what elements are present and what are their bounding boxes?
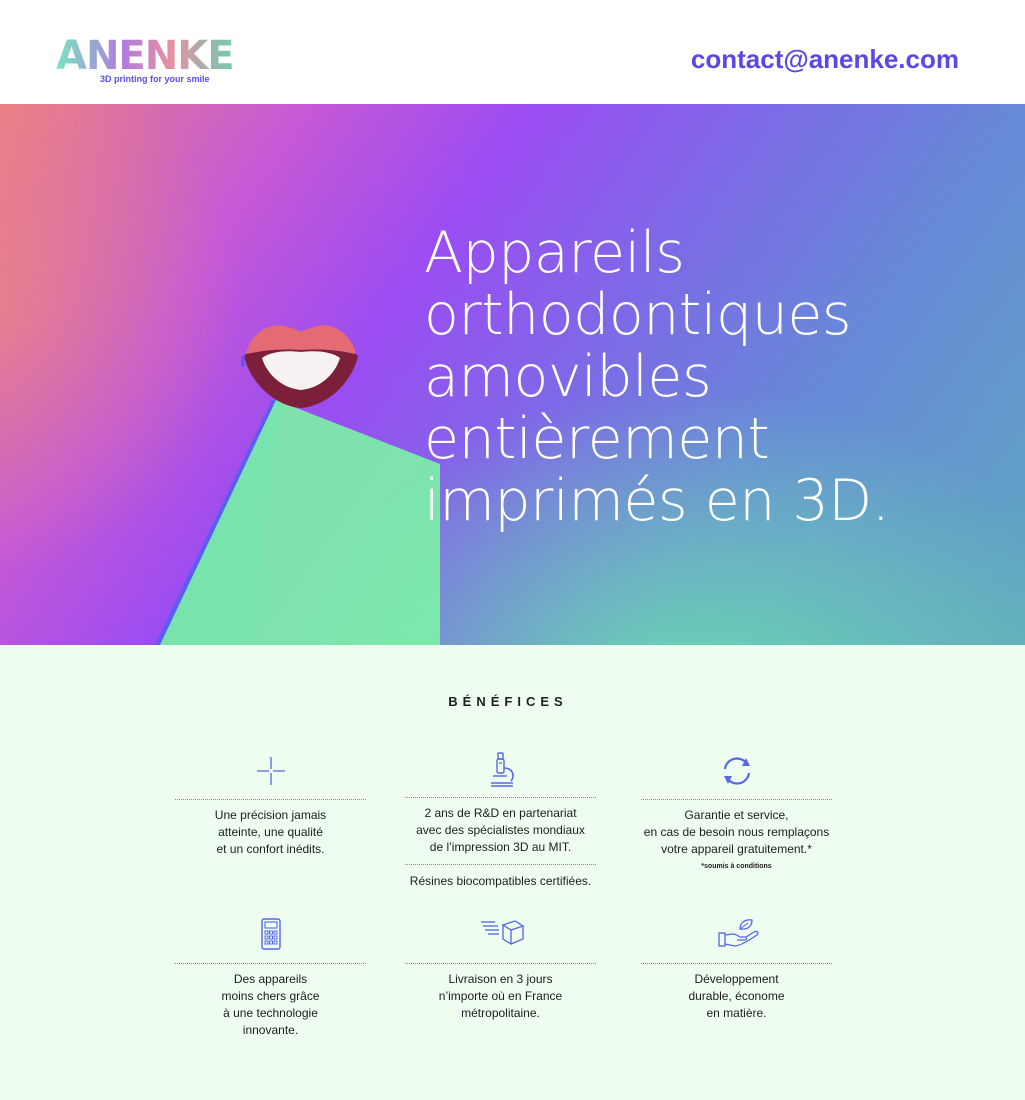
- benefit-card-sustainability: Développement durable, économe en matièr…: [641, 917, 832, 1022]
- calculator-icon: [260, 918, 281, 950]
- conditions-note: *soumis à conditions: [701, 863, 772, 870]
- benefit-text: Développement durable, économe en matièr…: [688, 972, 785, 1020]
- benefits-section: BÉNÉFICES Une précision jamais atteinte,…: [0, 645, 1025, 1100]
- divider: [175, 799, 366, 800]
- benefit-text: Des appareils moins chers grâce à une te…: [221, 972, 320, 1037]
- benefit-text: 2 ans de R&D en partenariat avec des spé…: [416, 806, 585, 854]
- hero-headline: Appareils orthodontiques amovibles entiè…: [424, 220, 890, 534]
- divider: [175, 963, 366, 964]
- benefit-card-delivery: Livraison en 3 jours n’importe où en Fra…: [405, 917, 596, 1022]
- microscope-icon: [490, 752, 514, 787]
- contact-email-link[interactable]: contact@anenke.com: [691, 44, 959, 75]
- crosshair-icon: [256, 757, 285, 785]
- benefit-card-guarantee: Garantie et service, en cas de besoin no…: [641, 753, 832, 870]
- divider: [405, 963, 596, 964]
- lips-illustration: [241, 325, 358, 408]
- benefit-text: Une précision jamais atteinte, une quali…: [214, 808, 327, 856]
- benefit-text: Garantie et service, en cas de besoin no…: [643, 808, 830, 856]
- hand-leaf-icon: [717, 919, 758, 947]
- benefits-heading: BÉNÉFICES: [448, 694, 568, 709]
- benefit-card-research: 2 ans de R&D en partenariat avec des spé…: [405, 751, 596, 890]
- benefit-text: Livraison en 3 jours n’importe où en Fra…: [438, 972, 563, 1020]
- brand-logo[interactable]: ANENKE 3D printing for your smile: [56, 34, 246, 90]
- delivery-box-icon: [480, 920, 525, 946]
- divider: [405, 864, 596, 865]
- divider: [641, 963, 832, 964]
- hero-banner: Appareils orthodontiques amovibles entiè…: [0, 104, 1025, 645]
- benefit-card-precision: Une précision jamais atteinte, une quali…: [175, 753, 366, 858]
- divider: [405, 797, 596, 798]
- site-header: ANENKE 3D printing for your smile contac…: [0, 0, 1025, 104]
- brand-wordmark: ANENKE: [56, 34, 246, 78]
- refresh-icon: [723, 757, 750, 785]
- divider: [641, 799, 832, 800]
- benefit-extra-text: Résines biocompatibles certifiées.: [409, 874, 592, 888]
- benefit-card-price: Des appareils moins chers grâce à une te…: [175, 917, 366, 1039]
